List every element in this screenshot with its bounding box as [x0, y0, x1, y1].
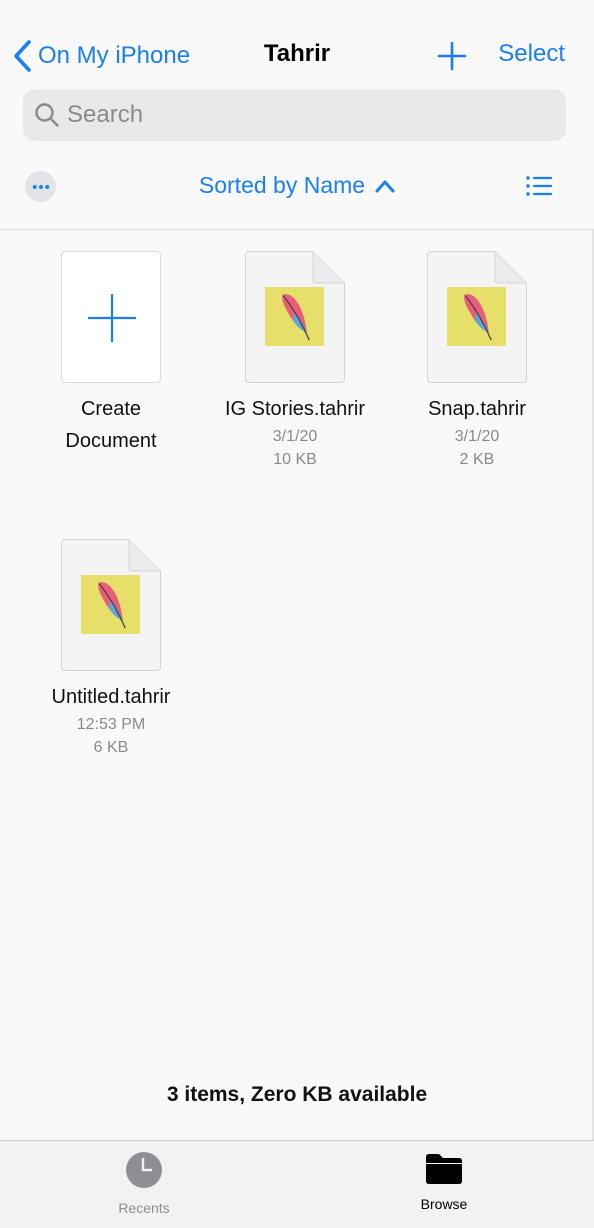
folder-icon [426, 1154, 462, 1184]
feather-icon [97, 581, 126, 628]
file-size: 6 KB [93, 739, 129, 756]
chevron-left-icon [14, 40, 31, 72]
create-document-tile [61, 251, 161, 383]
plus-icon [437, 41, 467, 71]
file-date: 3/1/20 [454, 428, 500, 445]
feather-icon [463, 293, 492, 340]
tab-browse[interactable]: Browse [384, 1151, 504, 1212]
search-bar[interactable] [23, 89, 566, 141]
more-options-button[interactable] [25, 171, 56, 202]
list-view-button[interactable] [525, 174, 553, 198]
document-icon [245, 251, 345, 383]
navigation-bar: On My iPhone Tahrir Select Sorted by Nam… [0, 0, 594, 230]
tahrir-thumbnail [447, 287, 506, 346]
page-title: Tahrir [263, 40, 331, 67]
file-size: 10 KB [273, 451, 317, 468]
tahrir-thumbnail [81, 575, 140, 634]
file-item[interactable]: Snap.tahrir 3/1/20 2 KB [407, 251, 547, 471]
back-button[interactable]: On My iPhone [12, 38, 190, 74]
document-icon [427, 251, 527, 383]
file-item[interactable]: Untitled.tahrir 12:53 PM 6 KB [36, 539, 186, 759]
file-name: Untitled.tahrir [51, 686, 171, 708]
feather-icon [281, 293, 310, 340]
ellipsis-icon [32, 184, 49, 189]
sort-button[interactable]: Sorted by Name [199, 172, 395, 199]
tab-bar: Recents Browse [0, 1140, 594, 1228]
tab-browse-label: Browse [420, 1196, 468, 1212]
create-document-item[interactable]: Create Document [41, 251, 181, 457]
file-name: IG Stories.tahrir [224, 398, 366, 420]
back-button-label: On My iPhone [38, 42, 191, 69]
search-icon [35, 103, 59, 127]
search-input[interactable] [67, 101, 537, 129]
create-document-label-line2: Document [65, 430, 157, 452]
plus-icon [88, 294, 136, 342]
sort-label: Sorted by Name [198, 172, 366, 198]
tab-recents[interactable]: Recents [84, 1151, 204, 1216]
storage-status: 3 items, Zero KB available [166, 1083, 428, 1106]
file-date: 3/1/20 [272, 428, 318, 445]
list-view-icon [526, 176, 553, 196]
file-item[interactable]: IG Stories.tahrir 3/1/20 10 KB [214, 251, 376, 471]
new-folder-button[interactable] [436, 40, 468, 72]
chevron-up-icon [375, 180, 395, 192]
file-name: Snap.tahrir [428, 398, 526, 420]
document-icon [61, 539, 161, 671]
select-button[interactable]: Select [498, 40, 565, 68]
tab-recents-label: Recents [118, 1200, 170, 1216]
file-size: 2 KB [459, 451, 495, 468]
file-date: 12:53 PM [76, 716, 146, 733]
create-document-label-line1: Create [80, 398, 142, 420]
tahrir-thumbnail [265, 287, 324, 346]
clock-icon [126, 1152, 162, 1188]
